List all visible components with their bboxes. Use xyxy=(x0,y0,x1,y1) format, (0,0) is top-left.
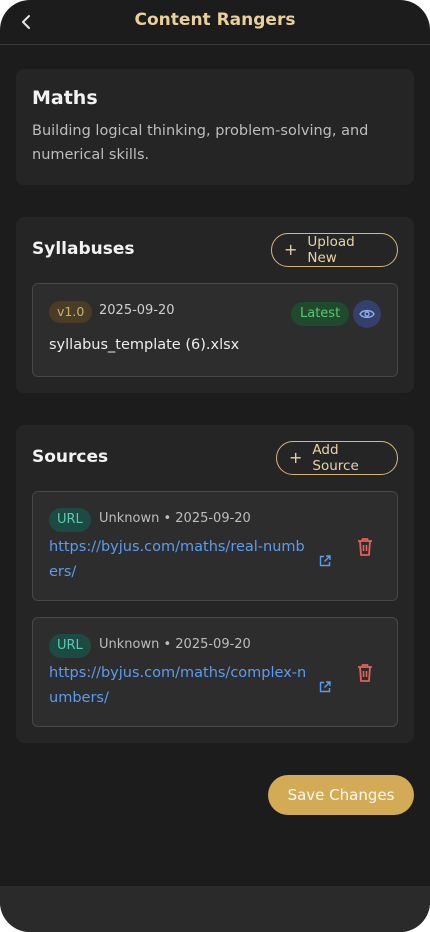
bottom-bar xyxy=(0,886,430,932)
subject-title: Maths xyxy=(32,87,98,109)
upload-new-button[interactable]: + Upload New xyxy=(271,233,398,267)
source-meta: Unknown • 2025-09-20 xyxy=(99,637,251,652)
external-link-icon[interactable] xyxy=(318,554,332,568)
syllabuses-section: Syllabuses + Upload New v1.0 2025-09-20 … xyxy=(16,217,414,393)
plus-icon: + xyxy=(289,448,303,467)
save-changes-button[interactable]: Save Changes xyxy=(268,775,414,815)
source-link[interactable]: https://byjus.com/maths/real-numbers/ xyxy=(49,535,313,585)
source-meta: Unknown • 2025-09-20 xyxy=(99,511,251,526)
sources-heading: Sources xyxy=(32,447,109,467)
plus-icon: + xyxy=(284,240,298,259)
external-link-icon[interactable] xyxy=(318,680,332,694)
add-source-button[interactable]: + Add Source xyxy=(276,441,398,475)
source-link[interactable]: https://byjus.com/maths/complex-numbers/ xyxy=(49,661,313,711)
view-syllabus-button[interactable] xyxy=(353,300,381,328)
subject-description: Building logical thinking, problem-solvi… xyxy=(32,123,369,163)
source-type-badge: URL xyxy=(49,634,91,658)
syllabuses-heading: Syllabuses xyxy=(32,239,135,259)
source-type-badge: URL xyxy=(49,508,91,532)
syllabus-item: v1.0 2025-09-20 Latest syllabus_template… xyxy=(32,283,398,377)
trash-icon[interactable] xyxy=(355,536,375,558)
eye-icon xyxy=(359,309,375,319)
syllabus-file-name: syllabus_template (6).xlsx xyxy=(49,337,240,353)
syllabus-date: 2025-09-20 xyxy=(99,303,175,318)
version-badge: v1.0 xyxy=(49,301,93,323)
page-title: Content Rangers xyxy=(134,10,296,30)
latest-badge: Latest xyxy=(291,302,350,326)
app-screen: Content Rangers Maths Building logical t… xyxy=(0,0,430,932)
upload-new-label: Upload New xyxy=(307,234,355,266)
source-item: URL Unknown • 2025-09-20 https://byjus.c… xyxy=(32,617,398,727)
source-item: URL Unknown • 2025-09-20 https://byjus.c… xyxy=(32,491,398,601)
subject-card: Maths Building logical thinking, problem… xyxy=(16,69,414,185)
add-source-label: Add Source xyxy=(312,442,359,474)
trash-icon[interactable] xyxy=(355,662,375,684)
top-bar: Content Rangers xyxy=(0,0,430,45)
sources-section: Sources + Add Source URL Unknown • 2025-… xyxy=(16,425,414,743)
